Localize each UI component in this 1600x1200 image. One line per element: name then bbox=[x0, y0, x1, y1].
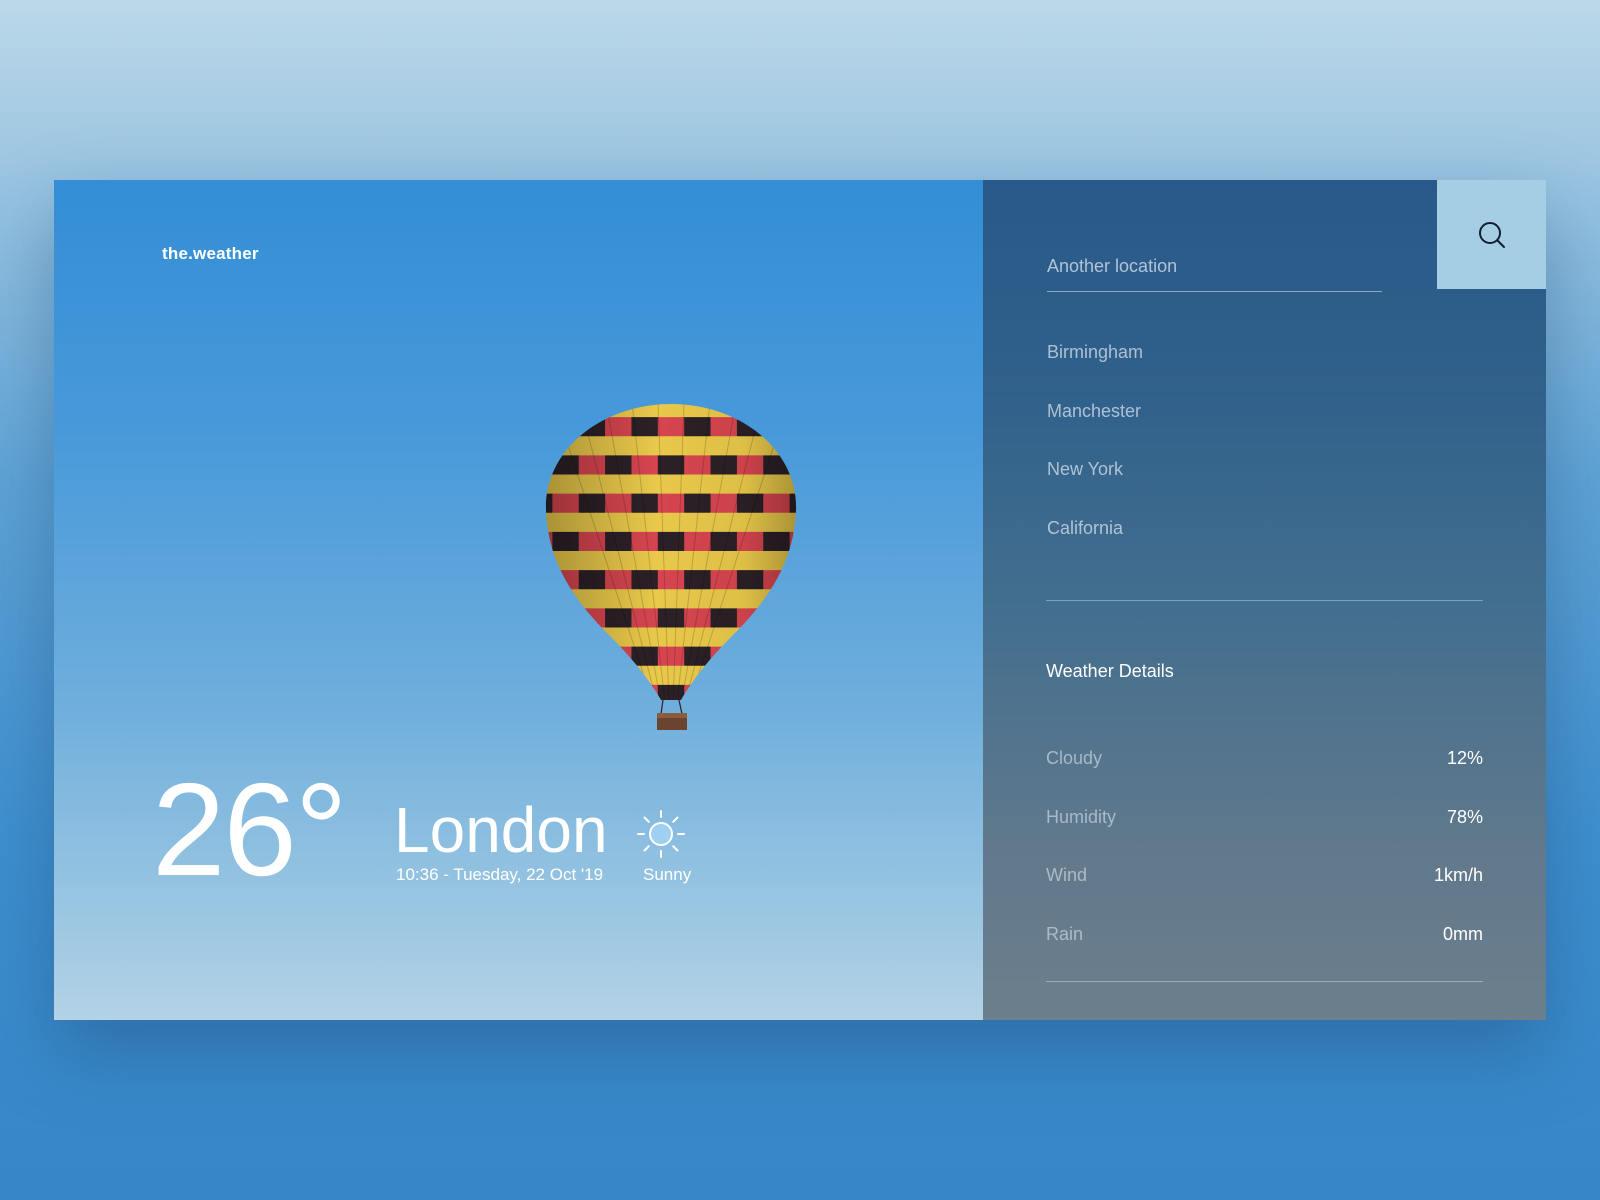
detail-row-wind: Wind 1km/h bbox=[1046, 865, 1483, 924]
city-name: London bbox=[394, 794, 608, 866]
hot-air-balloon-image bbox=[545, 404, 797, 730]
detail-value: 12% bbox=[1446, 748, 1483, 768]
divider bbox=[1046, 600, 1483, 601]
detail-value: 1km/h bbox=[1433, 865, 1483, 885]
detail-label: Cloudy bbox=[1046, 748, 1103, 768]
location-item-birmingham[interactable]: Birmingham bbox=[1047, 342, 1143, 401]
location-search-input[interactable] bbox=[1047, 242, 1382, 292]
detail-row-humidity: Humidity 78% bbox=[1046, 807, 1483, 866]
search-icon bbox=[1478, 221, 1505, 248]
weather-condition: Sunny bbox=[643, 865, 692, 884]
search-button[interactable] bbox=[1437, 180, 1546, 289]
location-list: Birmingham Manchester New York Californi… bbox=[1047, 342, 1143, 576]
location-item-california[interactable]: California bbox=[1047, 518, 1143, 577]
location-item-new-york[interactable]: New York bbox=[1047, 459, 1143, 518]
detail-value: 78% bbox=[1446, 806, 1483, 827]
detail-value: 0mm bbox=[1443, 923, 1483, 944]
sidebar-panel: Birmingham Manchester New York Californi… bbox=[983, 180, 1546, 1020]
detail-label: Humidity bbox=[1046, 806, 1117, 827]
divider bbox=[1046, 981, 1483, 982]
hero-panel: the.weather 26° London 10:36 - Tuesday, … bbox=[54, 180, 983, 1020]
weather-details-title: Weather Details bbox=[1046, 661, 1174, 681]
brand-logo[interactable]: the.weather bbox=[162, 244, 259, 264]
date-time: 10:36 - Tuesday, 22 Oct '19 bbox=[396, 865, 604, 884]
weather-app-card: the.weather 26° London 10:36 - Tuesday, … bbox=[54, 180, 1546, 1020]
detail-row-rain: Rain 0mm bbox=[1046, 924, 1483, 983]
temperature-value: 26° bbox=[152, 756, 348, 903]
sun-icon bbox=[637, 810, 685, 858]
detail-label: Wind bbox=[1046, 865, 1088, 885]
weather-details-list: Cloudy 12% Humidity 78% Wind 1km/h Rain … bbox=[1046, 748, 1483, 982]
detail-row-cloudy: Cloudy 12% bbox=[1046, 748, 1483, 807]
location-item-manchester[interactable]: Manchester bbox=[1047, 401, 1143, 460]
detail-label: Rain bbox=[1046, 923, 1084, 944]
